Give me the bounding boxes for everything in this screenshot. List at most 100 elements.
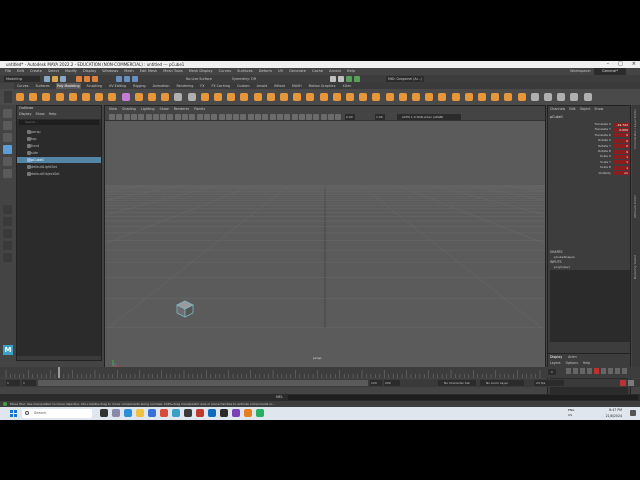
- input-node[interactable]: polyCube1: [554, 265, 570, 269]
- channel-row[interactable]: Rotate X0: [550, 138, 630, 143]
- outliner-item[interactable]: persp: [17, 129, 101, 135]
- viewport-tool-icon[interactable]: [269, 114, 276, 120]
- shelf-tool-icon[interactable]: [121, 93, 130, 101]
- app-icon-blue[interactable]: [208, 409, 216, 417]
- tab-channel-box[interactable]: Channel Box / Layer Editor: [633, 109, 637, 149]
- shelf-tool-icon[interactable]: [174, 93, 183, 101]
- shelf-tool-icon[interactable]: [451, 93, 460, 101]
- viewport-tool-icon[interactable]: [225, 114, 232, 120]
- character-set-dropdown[interactable]: No Character Set: [438, 380, 476, 386]
- channel-row[interactable]: Translate X -19.722: [550, 122, 630, 127]
- maximize-icon[interactable]: □: [618, 61, 623, 68]
- viewport-tool-icon[interactable]: [218, 114, 225, 120]
- tab-modeling-toolkit[interactable]: Modeling Toolkit: [633, 255, 637, 279]
- shelf-tool-icon[interactable]: [214, 93, 222, 101]
- shelf-gear-icon[interactable]: [4, 91, 12, 103]
- outliner-search-input[interactable]: Search...: [19, 120, 99, 125]
- menu-uv[interactable]: UV: [278, 68, 283, 75]
- file-explorer-icon[interactable]: [136, 409, 144, 417]
- menu-cache[interactable]: Cache: [312, 68, 323, 75]
- menu-arnold[interactable]: Arnold: [329, 68, 341, 75]
- viewport-tool-icon[interactable]: [109, 114, 115, 120]
- anim-prefs-icon[interactable]: [628, 380, 634, 386]
- channel-value[interactable]: 0: [613, 138, 629, 143]
- new-scene-icon[interactable]: [44, 76, 50, 82]
- menu-file[interactable]: File: [5, 68, 11, 75]
- gamma-field[interactable]: 1.00: [375, 114, 385, 120]
- lasso-tool-icon[interactable]: [3, 121, 12, 130]
- shelf-tool-icon[interactable]: [557, 93, 566, 101]
- app-icon[interactable]: [184, 409, 192, 417]
- shelf-tool-icon[interactable]: [240, 93, 249, 101]
- viewport-tool-icon[interactable]: [130, 114, 137, 120]
- channel-value[interactable]: 1: [613, 160, 629, 165]
- persp-outliner-icon[interactable]: [3, 229, 12, 238]
- open-scene-icon[interactable]: [52, 76, 58, 82]
- shelf-tool-icon[interactable]: [187, 93, 196, 101]
- outliner-menu-show[interactable]: Show: [36, 112, 45, 116]
- layer-tab-display[interactable]: Display: [550, 355, 562, 359]
- tab-attribute-editor[interactable]: Attribute Editor: [633, 195, 637, 218]
- shelf-tool-icon[interactable]: [412, 93, 420, 101]
- channel-value[interactable]: 0: [613, 149, 629, 154]
- outliner-menu-display[interactable]: Display: [19, 112, 32, 116]
- shelf-tool-icon[interactable]: [359, 93, 368, 101]
- step-back-key-icon[interactable]: [573, 368, 578, 374]
- close-icon[interactable]: ×: [632, 61, 636, 68]
- channels-menu[interactable]: Channels: [550, 107, 565, 111]
- shelf-tool-icon[interactable]: [227, 93, 236, 101]
- menu-help[interactable]: Help: [347, 68, 355, 75]
- snap-point-icon[interactable]: [132, 76, 138, 82]
- color-transform-dropdown[interactable]: ACES 1.0 SDR-video (sRGB): [397, 114, 461, 120]
- channel-value[interactable]: -19.722: [613, 122, 629, 127]
- menuset-dropdown[interactable]: Modeling: [4, 76, 40, 82]
- menu-surfaces[interactable]: Surfaces: [237, 68, 253, 75]
- ipr-render-icon[interactable]: [338, 76, 344, 82]
- viewport-tool-icon[interactable]: [203, 114, 210, 120]
- layout-icon[interactable]: [3, 253, 12, 262]
- edit-menu[interactable]: Edit: [569, 107, 575, 111]
- shelf-tool-icon[interactable]: [504, 93, 513, 101]
- current-frame-field[interactable]: 1: [548, 369, 556, 375]
- viewport-tool-icon[interactable]: [189, 114, 196, 120]
- shape-node[interactable]: pCubeShape1: [554, 255, 575, 259]
- rotate-tool-icon[interactable]: [3, 157, 12, 166]
- single-view-icon[interactable]: [3, 205, 12, 214]
- menu-generate[interactable]: Generate: [289, 68, 306, 75]
- shelf-tool-icon[interactable]: [544, 93, 552, 101]
- minimize-icon[interactable]: –: [607, 61, 610, 68]
- menu-deform[interactable]: Deform: [259, 68, 272, 75]
- shelf-tool-icon[interactable]: [478, 93, 486, 101]
- menu-create[interactable]: Create: [30, 68, 42, 75]
- channel-row[interactable]: Rotate Z0: [550, 149, 630, 154]
- menu-curves[interactable]: Curves: [219, 68, 231, 75]
- viewport-tool-icon[interactable]: [335, 114, 342, 120]
- viewport-tool-icon[interactable]: [196, 114, 203, 120]
- current-time-marker[interactable]: [58, 367, 60, 378]
- viewport-tool-icon[interactable]: [298, 114, 305, 120]
- menu-mesh-display[interactable]: Mesh Display: [189, 68, 213, 75]
- viewport-tool-icon[interactable]: [182, 114, 188, 120]
- viewport-tool-icon[interactable]: [167, 114, 174, 120]
- workspace-selector[interactable]: Workspace: General*: [570, 68, 626, 75]
- notification-icon[interactable]: [630, 410, 636, 416]
- input-language[interactable]: ENG US: [568, 408, 574, 418]
- shelf-tool-icon[interactable]: [68, 93, 77, 101]
- shelf-tool-icon[interactable]: [583, 93, 592, 101]
- viewport-tool-icon[interactable]: [145, 114, 152, 120]
- channel-row[interactable]: Rotate Y0: [550, 144, 630, 149]
- step-forward-key-icon[interactable]: [615, 368, 620, 374]
- shelf-tool-icon[interactable]: [266, 93, 275, 101]
- menu-display[interactable]: Display: [83, 68, 96, 75]
- outliner-menu-help[interactable]: Help: [49, 112, 57, 116]
- render-settings-icon[interactable]: [346, 76, 352, 82]
- viewport-tool-icon[interactable]: [255, 114, 261, 120]
- channel-value[interactable]: 1: [613, 165, 629, 170]
- play-forwards-icon[interactable]: [601, 368, 606, 374]
- viewport-tool-icon[interactable]: [240, 114, 247, 120]
- shelf-tool-icon[interactable]: [332, 93, 341, 101]
- shelf-tool-icon[interactable]: [491, 93, 500, 101]
- shelf-tool-icon[interactable]: [438, 93, 447, 101]
- viewport-tool-icon[interactable]: [276, 114, 283, 120]
- channel-row[interactable]: Translate Z0: [550, 133, 630, 138]
